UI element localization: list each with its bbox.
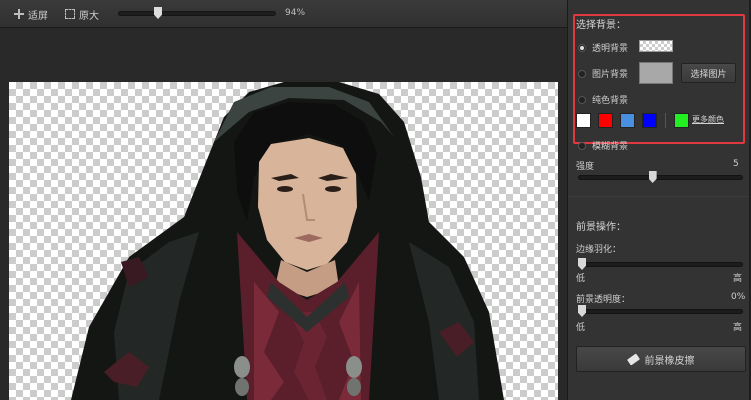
strength-slider-thumb[interactable] — [648, 171, 657, 183]
edge-feather-label: 边缘羽化： — [576, 245, 622, 255]
zoom-slider-track[interactable] — [118, 11, 276, 16]
image-bg-option[interactable]: 图片背景 — [578, 67, 628, 80]
foreground-section-title: 前景操作： — [576, 222, 626, 233]
transparent-bg-radio[interactable] — [578, 43, 586, 52]
fg-opacity-low-label: 低 — [576, 323, 586, 333]
fit-screen-label: 适屏 — [28, 10, 48, 22]
more-colors-link[interactable]: 更多颜色 — [692, 114, 724, 125]
person-cutout-image — [71, 82, 504, 400]
blur-bg-option[interactable]: 模糊背景 — [578, 139, 628, 152]
eraser-icon — [626, 352, 640, 366]
solid-bg-radio[interactable] — [578, 95, 586, 104]
color-swatch-row — [576, 113, 689, 128]
select-image-button[interactable]: 选择图片 — [681, 63, 736, 83]
canvas-area[interactable] — [0, 28, 567, 400]
transparent-bg-label: 透明背景 — [592, 44, 629, 54]
original-size-icon — [65, 9, 75, 19]
image-bg-label: 图片背景 — [592, 70, 629, 80]
cutout-photo[interactable] — [9, 82, 558, 400]
fg-eraser-button[interactable]: 前景橡皮擦 — [576, 346, 746, 372]
fit-screen-icon — [14, 9, 24, 19]
original-size-button[interactable]: 原大 — [65, 6, 99, 22]
solid-bg-label: 纯色背景 — [592, 96, 629, 106]
solid-bg-option[interactable]: 纯色背景 — [578, 93, 628, 106]
fg-opacity-high-label: 高 — [733, 323, 743, 333]
section-divider — [568, 196, 751, 197]
transparent-bg-option[interactable]: 透明背景 — [578, 41, 628, 54]
right-panel: 选择背景： 透明背景 图片背景 选择图片 纯色背景 更多颜色 模糊背景 强度 5… — [567, 0, 751, 400]
original-size-label: 原大 — [79, 10, 99, 22]
zoom-slider-thumb[interactable] — [154, 7, 162, 19]
fg-opacity-value: 0% — [731, 292, 746, 302]
blur-bg-label: 模糊背景 — [592, 142, 629, 152]
image-bg-radio[interactable] — [578, 69, 586, 78]
zoom-value: 94% — [285, 8, 306, 18]
fg-opacity-slider-track[interactable] — [578, 309, 743, 314]
color-swatch-blue[interactable] — [642, 113, 657, 128]
strength-value: 5 — [733, 159, 739, 169]
background-section-title: 选择背景： — [576, 20, 626, 31]
fg-opacity-label: 前景透明度： — [576, 295, 631, 305]
color-swatch-green[interactable] — [674, 113, 689, 128]
color-swatch-red[interactable] — [598, 113, 613, 128]
fg-opacity-slider-thumb[interactable] — [578, 305, 586, 317]
color-swatch-light-blue[interactable] — [620, 113, 635, 128]
color-separator — [665, 113, 666, 128]
transparent-bg-preview — [639, 40, 673, 52]
color-swatch-white[interactable] — [576, 113, 591, 128]
edge-feather-low-label: 低 — [576, 274, 586, 284]
blur-bg-radio[interactable] — [578, 141, 586, 150]
edge-feather-slider-track[interactable] — [578, 262, 743, 267]
select-image-label: 选择图片 — [690, 69, 727, 80]
image-bg-preview — [639, 62, 673, 84]
strength-label: 强度 — [576, 162, 595, 172]
top-toolbar: 适屏 原大 94% — [0, 0, 567, 28]
edge-feather-high-label: 高 — [733, 274, 743, 284]
fit-screen-button[interactable]: 适屏 — [14, 6, 48, 22]
fg-eraser-label: 前景橡皮擦 — [644, 355, 695, 367]
strength-slider-track[interactable] — [578, 175, 743, 180]
edge-feather-slider-thumb[interactable] — [578, 258, 586, 270]
